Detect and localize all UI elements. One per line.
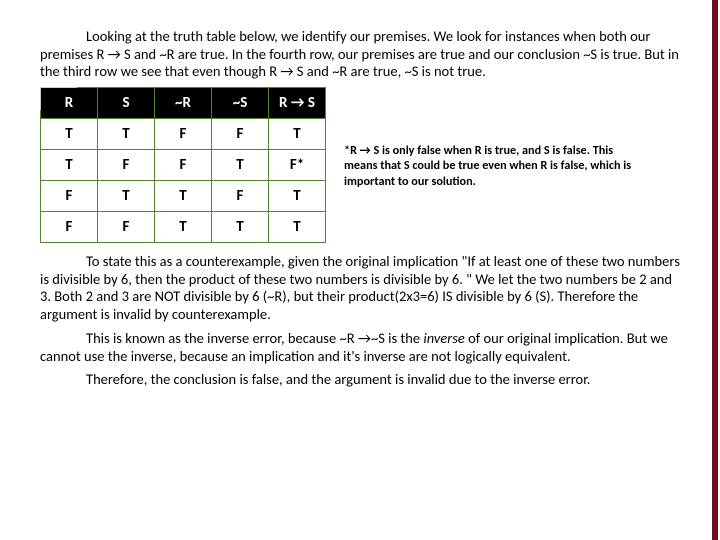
cell: F (41, 212, 98, 243)
cell: T (155, 181, 212, 212)
text-italic: inverse (423, 329, 464, 347)
cell: T (98, 119, 155, 150)
text: This is known as the inverse error, beca… (86, 329, 423, 347)
cell: F (98, 150, 155, 181)
paragraph-inverse: This is known as the inverse error, beca… (40, 330, 680, 365)
th-RimpS: R → S (269, 88, 326, 119)
table-row: F T T F T (41, 181, 326, 212)
cell: F (41, 181, 98, 212)
cell: F (155, 119, 212, 150)
paragraph-conclusion: Therefore, the conclusion is false, and … (40, 371, 680, 389)
th-notR: ~R (155, 88, 212, 119)
cell: F (212, 119, 269, 150)
cell: F* (269, 150, 326, 181)
text: Looking at the truth table below, we ide… (40, 27, 679, 80)
cell: T (41, 150, 98, 181)
cell: T (155, 212, 212, 243)
document-sheet: Looking at the truth table below, we ide… (8, 0, 712, 540)
cell: T (41, 119, 98, 150)
cell: T (269, 181, 326, 212)
text: Therefore, the conclusion is false, and … (86, 370, 590, 388)
cell: T (212, 212, 269, 243)
th-notS: ~S (212, 88, 269, 119)
cell: T (98, 181, 155, 212)
cell: F (212, 181, 269, 212)
table-row: T F F T F* (41, 150, 326, 181)
table-and-note: R S ~R ~S R → S T T F F T T F F T F* F (40, 87, 680, 243)
truth-table: R S ~R ~S R → S T T F F T T F F T F* F (40, 87, 326, 243)
th-R: R (41, 88, 98, 119)
text: To state this as a counterexample, given… (40, 252, 680, 323)
cell: F (98, 212, 155, 243)
paragraph-counterexample: To state this as a counterexample, given… (40, 253, 680, 324)
cell: F (155, 150, 212, 181)
side-note: *R → S is only false when R is true, and… (344, 143, 644, 189)
cell: T (212, 150, 269, 181)
th-S: S (98, 88, 155, 119)
cell: T (269, 212, 326, 243)
table-row: T T F F T (41, 119, 326, 150)
cell: T (269, 119, 326, 150)
paragraph-intro: Looking at the truth table below, we ide… (40, 28, 680, 81)
table-row: F F T T T (41, 212, 326, 243)
